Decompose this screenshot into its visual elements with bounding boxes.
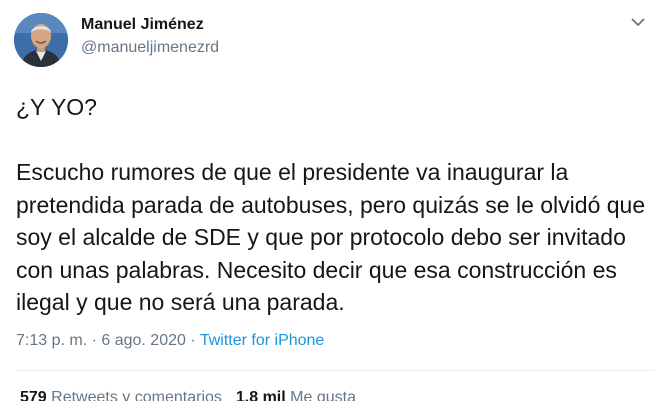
tweet-timestamp[interactable]: 7:13 p. m. · 6 ago. 2020 — [16, 332, 186, 349]
divider — [16, 370, 654, 371]
avatar-image — [14, 13, 68, 67]
retweets-label: Retweets y comentarios — [51, 389, 222, 401]
retweets-count: 579 — [20, 389, 47, 401]
tweet-card: Manuel Jiménez @manueljimenezrd ¿Y YO? E… — [0, 0, 670, 401]
likes-stat[interactable]: 1,8 mil Me gusta — [236, 389, 356, 401]
retweets-stat[interactable]: 579 Retweets y comentarios — [20, 389, 222, 401]
tweet-stats: 579 Retweets y comentarios 1,8 mil Me gus… — [20, 389, 356, 401]
author-name[interactable]: Manuel Jiménez — [81, 16, 204, 34]
author-handle[interactable]: @manueljimenezrd — [81, 39, 219, 57]
meta-separator: · — [185, 332, 200, 349]
tweet-meta: 7:13 p. m. · 6 ago. 2020 · Twitter for i… — [16, 332, 324, 350]
likes-label: Me gusta — [290, 389, 356, 401]
chevron-down-icon[interactable] — [628, 12, 648, 32]
tweet-text: ¿Y YO? Escucho rumores de que el preside… — [16, 94, 646, 315]
likes-count: 1,8 mil — [235, 389, 286, 401]
tweet-source-link[interactable]: Twitter for iPhone — [200, 332, 325, 349]
avatar[interactable] — [14, 13, 68, 67]
